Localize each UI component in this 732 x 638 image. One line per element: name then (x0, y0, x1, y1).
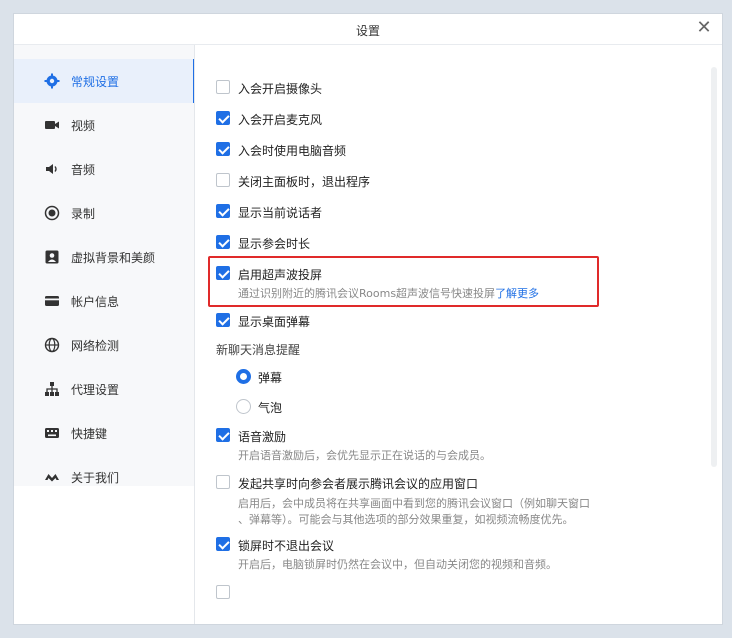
sidebar-item-proxy[interactable]: 代理设置 (14, 367, 194, 411)
sidebar-item-account[interactable]: 帐户信息 (14, 279, 194, 323)
checkbox[interactable] (216, 235, 230, 249)
speaker-icon (46, 164, 57, 174)
sidebar-item-label: 虚拟背景和美颜 (71, 251, 156, 265)
scrollbar[interactable] (711, 67, 717, 467)
sidebar: 常规设置 视频 音频 录制 虚拟背景和美颜 帐户信息 网络检测 代理设置 快捷键… (14, 45, 195, 486)
sidebar-item-label: 常规设置 (71, 75, 120, 89)
sidebar-item-label: 快捷键 (71, 427, 108, 441)
keyboard-icon (45, 428, 59, 438)
option-label: 入会开启摄像头 (238, 82, 323, 96)
sidebar-item-virtual-background[interactable]: 虚拟背景和美颜 (14, 235, 194, 279)
radio-label: 气泡 (258, 401, 283, 415)
settings-window: 设置 ✕ 常规设置 视频 音频 录制 虚拟背景和美颜 帐户信息 网络检测 代理设… (14, 14, 722, 624)
option-description: 、弹幕等）。可能会与其他选项的部分效果重复，如视频流畅度优先。 (238, 513, 574, 526)
video-camera-icon (45, 121, 59, 129)
radio-button[interactable] (236, 369, 251, 384)
option-label: 发起共享时向参会者展示腾讯会议的应用窗口 (238, 477, 479, 491)
sidebar-item-about[interactable]: 关于我们 (14, 455, 194, 499)
checkbox[interactable] (216, 80, 230, 94)
sidebar-item-label: 音频 (71, 163, 96, 177)
chat-notice-title: 新聊天消息提醒 (216, 343, 301, 357)
gear-icon (44, 73, 60, 89)
option-label: 显示当前说话者 (238, 206, 323, 220)
network-icon (45, 382, 59, 396)
portrait-icon (45, 250, 59, 264)
option-description: 开启后，电脑锁屏时仍然在会议中，但自动关闭您的视频和音频。 (238, 558, 557, 571)
option-description: 通过识别附近的腾讯会议Rooms超声波信号快速投屏了解更多 (238, 287, 540, 300)
settings-content: 入会开启摄像头 入会开启麦克风 入会时使用电脑音频 关闭主面板时，退出程序 显示… (195, 45, 722, 624)
globe-icon (44, 337, 60, 353)
option-label: 启用超声波投屏 (238, 268, 323, 282)
sidebar-item-label: 关于我们 (71, 471, 120, 485)
radio-button[interactable] (236, 399, 251, 414)
option-label: 入会时使用电脑音频 (238, 144, 347, 158)
checkbox[interactable] (216, 266, 230, 280)
option-label: 显示桌面弹幕 (238, 315, 311, 329)
close-icon[interactable]: ✕ (694, 18, 714, 38)
checkbox[interactable] (216, 142, 230, 156)
sidebar-item-label: 录制 (71, 207, 96, 221)
sidebar-item-label: 网络检测 (71, 339, 120, 353)
card-icon (45, 296, 59, 306)
sidebar-item-label: 代理设置 (71, 383, 120, 397)
sidebar-item-label: 帐户信息 (71, 295, 120, 309)
checkbox[interactable] (216, 173, 230, 187)
option-label: 锁屏时不退出会议 (238, 539, 335, 553)
option-description: 开启语音激励后，会优先显示正在说话的与会成员。 (238, 449, 491, 462)
checkbox[interactable] (216, 111, 230, 125)
sidebar-item-label: 视频 (71, 119, 96, 133)
logo-icon (45, 474, 59, 482)
sidebar-item-shortcuts[interactable]: 快捷键 (14, 411, 194, 455)
checkbox[interactable] (216, 537, 230, 551)
sidebar-item-video[interactable]: 视频 (14, 103, 194, 147)
option-label: 显示参会时长 (238, 237, 311, 251)
learn-more-link[interactable]: 了解更多 (495, 287, 539, 300)
checkbox[interactable] (216, 428, 230, 442)
option-description: 启用后，会中成员将在共享画面中看到您的腾讯会议窗口（例如聊天窗口 (238, 497, 590, 510)
sidebar-item-network-test[interactable]: 网络检测 (14, 323, 194, 367)
option-label: 入会开启麦克风 (238, 113, 323, 127)
checkbox[interactable] (216, 475, 230, 489)
window-title: 设置 (355, 24, 380, 38)
checkbox[interactable] (216, 313, 230, 327)
sidebar-item-audio[interactable]: 音频 (14, 147, 194, 191)
sidebar-item-record[interactable]: 录制 (14, 191, 194, 235)
sidebar-item-general[interactable]: 常规设置 (14, 59, 195, 103)
checkbox[interactable] (216, 204, 230, 218)
record-icon (44, 205, 60, 221)
radio-label: 弹幕 (258, 371, 283, 385)
title-bar: 设置 ✕ (14, 14, 722, 45)
checkbox[interactable] (216, 585, 230, 599)
option-label: 语音激励 (238, 430, 287, 444)
option-label: 关闭主面板时，退出程序 (238, 175, 371, 189)
